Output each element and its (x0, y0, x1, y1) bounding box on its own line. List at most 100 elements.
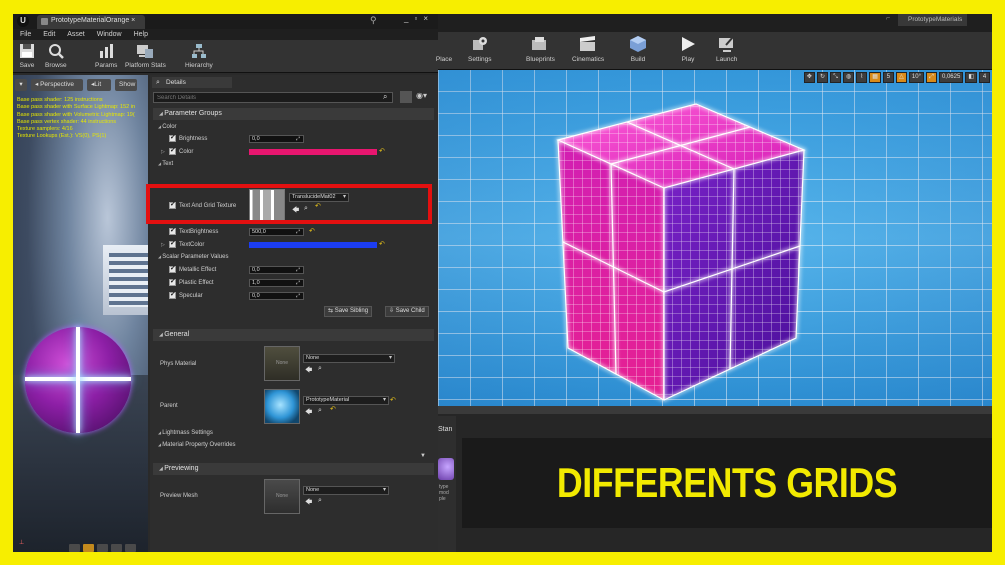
camera-speed-icon[interactable]: ◧ (965, 72, 977, 83)
text-color-checkbox[interactable] (169, 239, 176, 248)
details-search-input[interactable] (153, 92, 393, 103)
hierarchy-button[interactable]: Hierarchy (185, 42, 213, 69)
angle-snap-icon[interactable]: △ (895, 72, 907, 83)
grid-size-value[interactable]: 5 (882, 72, 894, 83)
save-child-button[interactable]: ⇩ Save Child (385, 306, 429, 317)
material-overrides-group[interactable]: Material Property Overrides (153, 440, 434, 450)
menu-file[interactable]: File (20, 29, 31, 40)
text-brightness-checkbox[interactable] (169, 226, 176, 235)
menu-help[interactable]: Help (134, 29, 148, 40)
metallic-checkbox[interactable] (169, 264, 176, 273)
level-tab[interactable]: PrototypeMaterials (898, 14, 968, 26)
menu-asset[interactable]: Asset (67, 29, 85, 40)
params-button[interactable]: Params (95, 42, 117, 69)
search-icon[interactable]: ⌕ (383, 92, 387, 102)
plastic-input[interactable]: 1,0 (249, 279, 304, 287)
browse-asset-icon[interactable]: ⌕ (318, 497, 322, 505)
parameter-groups-section[interactable]: Parameter Groups (153, 108, 434, 120)
expand-arrow-icon[interactable]: ▷ (161, 146, 165, 158)
brightness-input[interactable]: 0,0 (249, 135, 304, 143)
viewport-footer-buttons[interactable] (69, 544, 136, 552)
previewing-section[interactable]: Previewing (153, 463, 434, 475)
color-checkbox[interactable] (169, 146, 176, 155)
reset-icon[interactable]: ↶ (390, 395, 396, 407)
bottom-tab-label[interactable]: Stan (438, 426, 452, 433)
document-tab[interactable]: PrototypeMaterialOrange × (37, 15, 145, 29)
browse-asset-icon[interactable]: ⌕ (318, 365, 322, 373)
metallic-row: Metallic Effect 0,0 (153, 264, 434, 276)
settings-button[interactable]: Settings (468, 34, 492, 63)
rotate-tool-icon[interactable]: ↻ (816, 72, 828, 83)
reset-icon[interactable]: ↶ (379, 146, 385, 158)
reset-icon[interactable]: ↶ (330, 404, 336, 416)
play-button[interactable]: Play (678, 34, 698, 63)
parent-thumbnail[interactable] (264, 389, 300, 424)
pin-icon[interactable]: ⚲ (370, 15, 377, 26)
grid-snap-icon[interactable]: ▦ (869, 72, 881, 83)
asset-caption: type mod ple (439, 484, 449, 502)
angle-size-value[interactable]: 10° (908, 72, 924, 83)
phys-material-thumbnail[interactable]: None (264, 346, 300, 381)
view-options-icon[interactable] (400, 91, 412, 103)
text-group[interactable]: Text (153, 159, 434, 169)
eye-icon[interactable]: ◉▾ (416, 91, 427, 100)
asset-thumbnail[interactable] (438, 458, 454, 480)
text-brightness-input[interactable]: 500,0 (249, 228, 304, 236)
camera-speed-value[interactable]: 4 (979, 72, 990, 83)
use-selected-icon[interactable]: 🡄 (305, 498, 312, 509)
preview-mesh-dropdown[interactable]: None (303, 486, 389, 495)
perspective-button[interactable]: ◂ Perspective (31, 79, 83, 91)
level-viewport[interactable]: ✥ ↻ ⤡ ◍ ⌇ ▦ 5 △ 10° ⤢ 0,0625 ◧ 4 (438, 70, 992, 406)
cinematics-button[interactable]: Cinematics (572, 34, 604, 63)
reset-icon[interactable]: ↶ (379, 239, 385, 251)
menu-edit[interactable]: Edit (43, 29, 55, 40)
move-tool-icon[interactable]: ✥ (803, 72, 815, 83)
lightmass-settings-group[interactable]: Lightmass Settings (153, 428, 434, 438)
reset-icon[interactable]: ↶ (309, 226, 315, 238)
window-controls[interactable]: _▫× (404, 14, 434, 23)
specular-input[interactable]: 0,0 (249, 292, 304, 300)
preview-mesh-thumbnail[interactable]: None (264, 479, 300, 514)
expand-arrow-icon[interactable]: ▷ (161, 239, 165, 251)
color-group[interactable]: Color (153, 122, 434, 132)
details-tab[interactable]: Details (152, 77, 232, 88)
parent-label: Parent (160, 403, 178, 409)
save-sibling-button[interactable]: ⇆ Save Sibling (324, 306, 373, 317)
lit-button[interactable]: ◂Lit (87, 79, 111, 91)
build-button[interactable]: Build (628, 34, 648, 63)
viewport-menu-button[interactable]: ▾ (15, 79, 27, 91)
metallic-input[interactable]: 0,0 (249, 266, 304, 274)
save-button[interactable]: Save (18, 42, 36, 69)
chevron-down-icon[interactable]: ▼ (420, 453, 426, 459)
level-toolbar: Place Settings Blueprints Cinematics Bui… (436, 32, 992, 70)
surface-snap-icon[interactable]: ⌇ (856, 72, 868, 83)
scalar-group[interactable]: Scalar Parameter Values (153, 252, 434, 262)
world-icon[interactable]: ◍ (842, 72, 855, 83)
background-building (103, 245, 148, 315)
screenshot-frame: U PrototypeMaterialOrange × ⚲ _▫× File E… (13, 14, 992, 552)
tab-pin-icon[interactable]: ⌐ (886, 15, 890, 22)
use-selected-icon[interactable]: 🡄 (305, 366, 312, 377)
text-color-row: ▷ TextColor ↶ (153, 239, 434, 251)
launch-button[interactable]: Launch (716, 34, 737, 63)
scale-tool-icon[interactable]: ⤡ (829, 72, 841, 83)
scale-snap-icon[interactable]: ⤢ (925, 72, 937, 83)
browse-button[interactable]: Browse (45, 42, 67, 69)
plastic-checkbox[interactable] (169, 277, 176, 286)
text-color-swatch[interactable] (249, 242, 377, 248)
brightness-checkbox[interactable] (169, 133, 176, 142)
browse-asset-icon[interactable]: ⌕ (318, 407, 322, 415)
scale-size-value[interactable]: 0,0625 (938, 72, 964, 83)
phys-material-dropdown[interactable]: None (303, 354, 395, 363)
color-swatch[interactable] (249, 149, 377, 155)
blueprints-button[interactable]: Blueprints (526, 34, 555, 63)
parent-dropdown[interactable]: PrototypeMaterial (303, 396, 389, 405)
use-selected-icon[interactable]: 🡄 (305, 408, 312, 419)
material-preview-viewport[interactable]: ▾ ◂ Perspective ◂Lit Show Base pass shad… (13, 75, 148, 552)
place-button[interactable]: Place (434, 34, 454, 63)
specular-checkbox[interactable] (169, 290, 176, 299)
platform-stats-button[interactable]: Platform Stats (125, 42, 166, 69)
show-button[interactable]: Show (115, 79, 137, 91)
menu-window[interactable]: Window (97, 29, 122, 40)
general-section[interactable]: General (153, 329, 434, 341)
